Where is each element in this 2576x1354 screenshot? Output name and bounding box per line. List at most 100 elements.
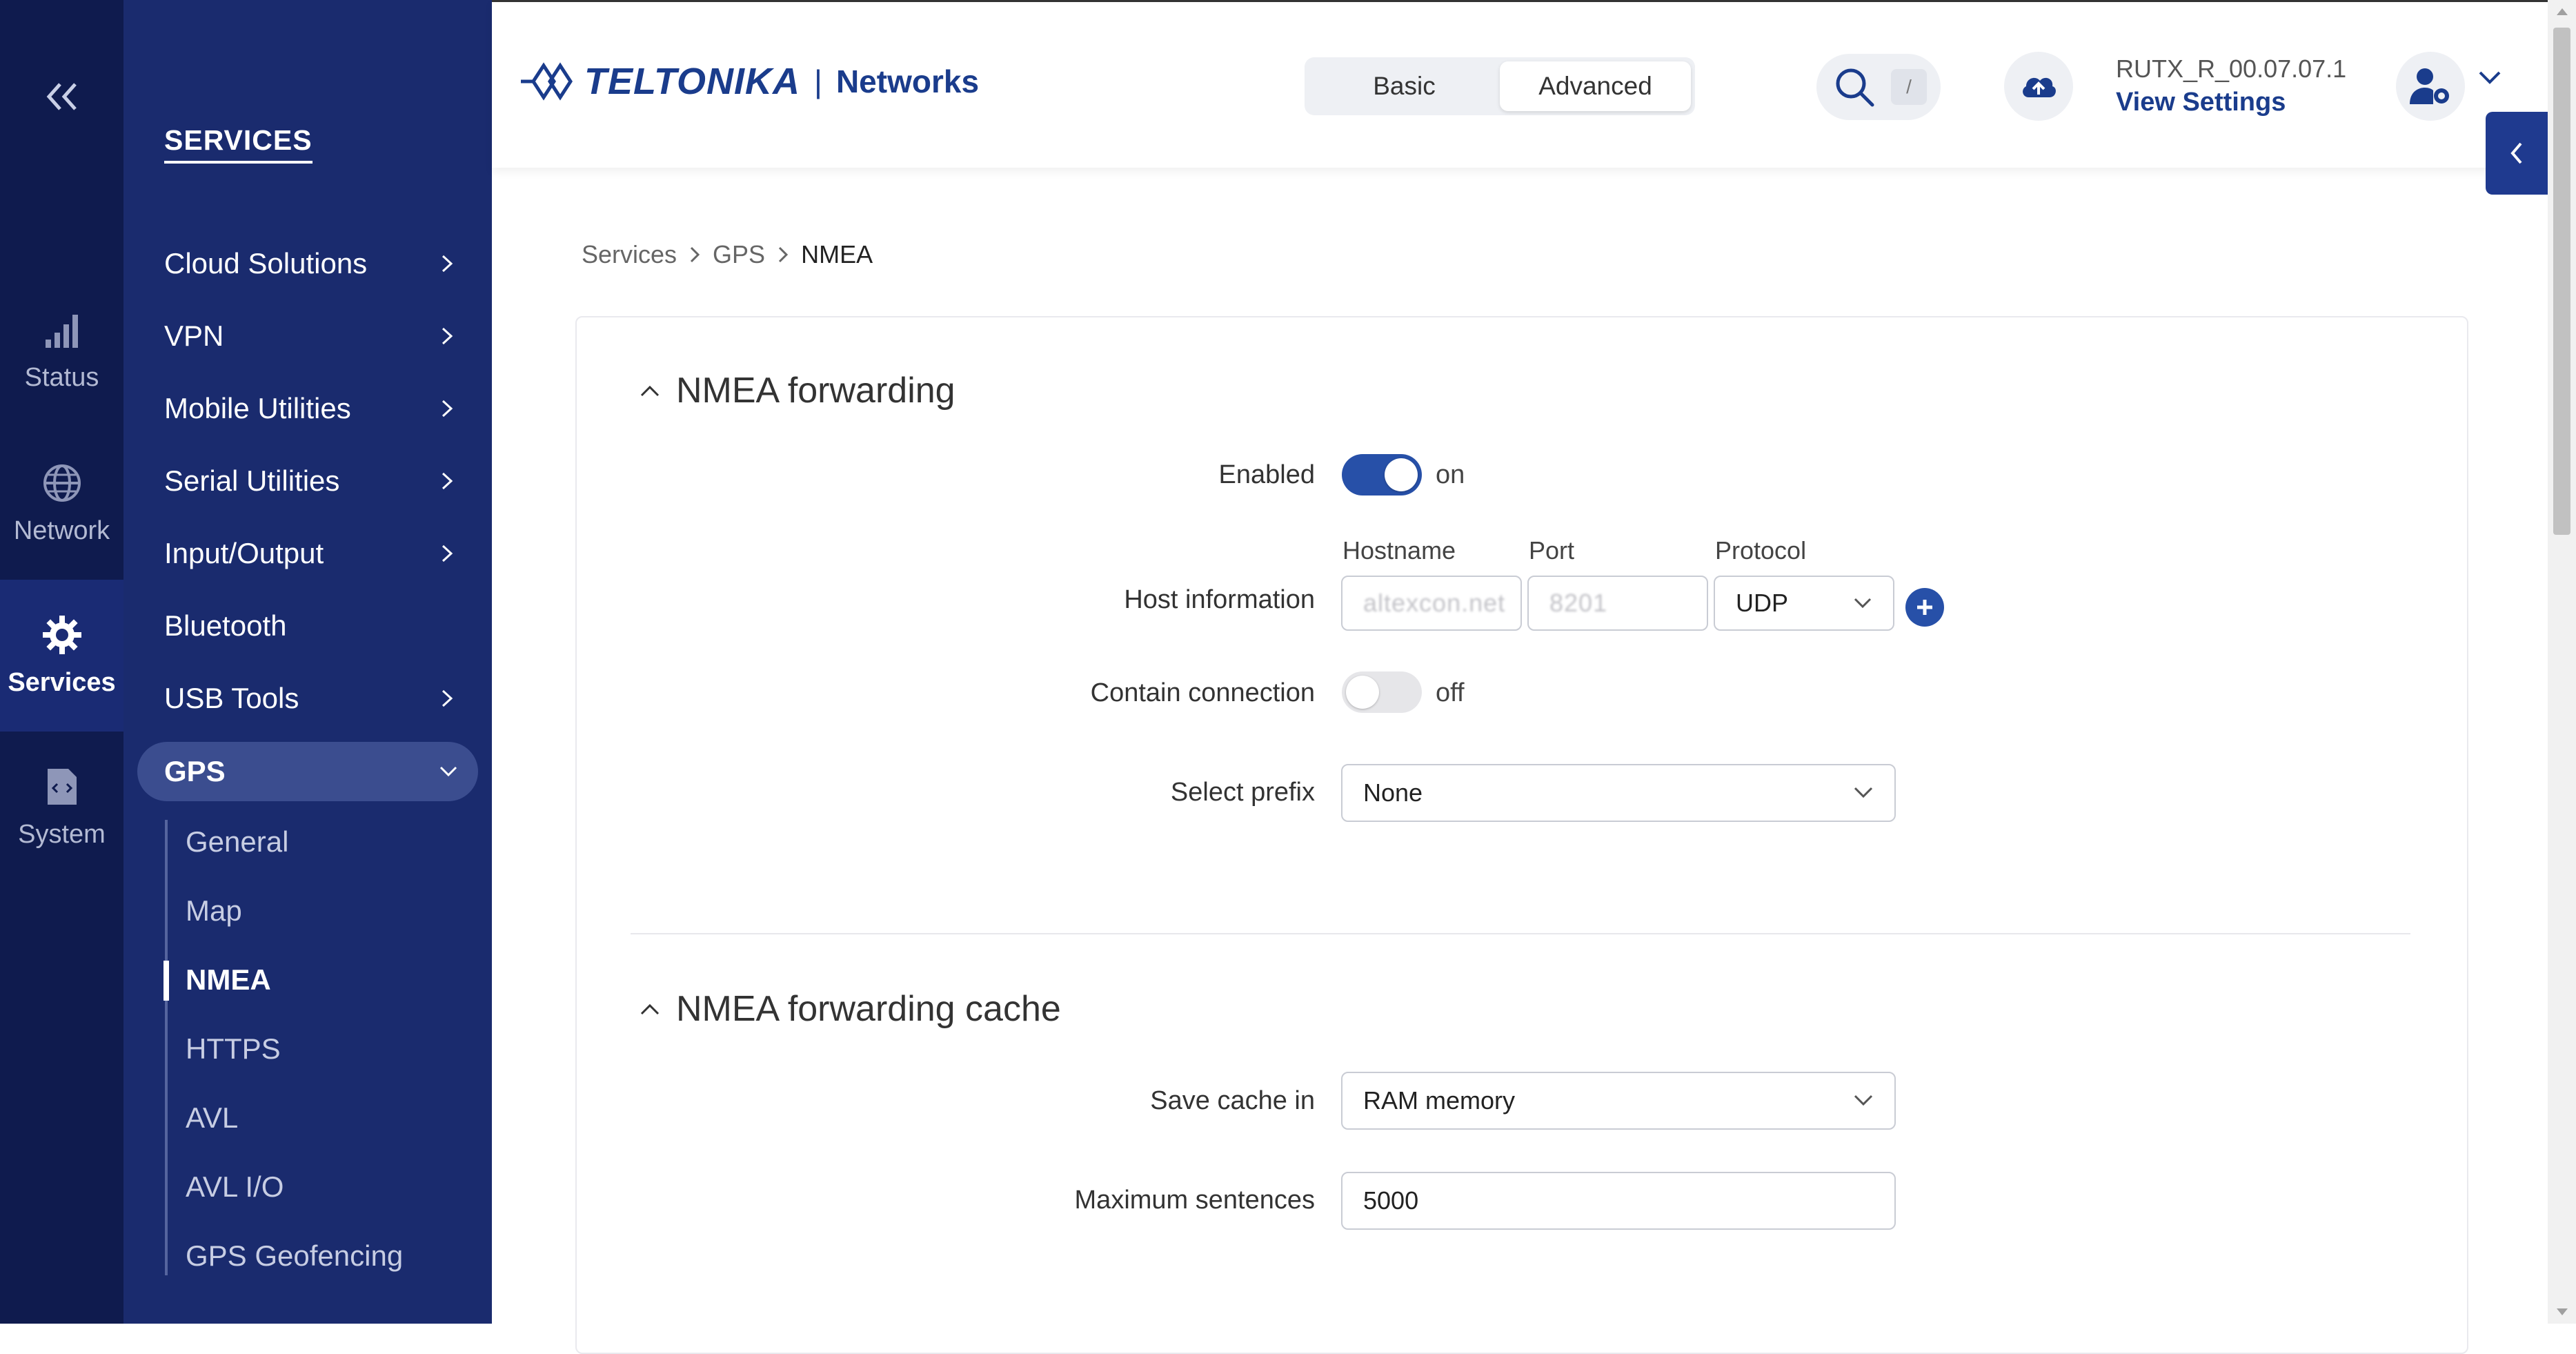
side-panel-toggle[interactable] [2486,112,2548,195]
search-button[interactable]: / [1816,54,1941,120]
section-title: NMEA forwarding cache [676,989,1061,1029]
rail-item-label: Network [13,516,110,545]
rail-item-status[interactable]: Status [0,276,123,428]
chevron-down-icon [439,766,457,777]
save-cache-label: Save cache in [1150,1086,1315,1115]
chevron-right-icon [442,689,453,707]
rail-item-services[interactable]: Services [0,580,123,732]
sidebar-item-bluetooth[interactable]: Bluetooth [164,598,454,654]
hostname-value: altexcon.net [1363,589,1506,617]
toggle-knob [1385,458,1418,491]
chevron-right-icon [442,400,453,418]
cloud-upload-button[interactable] [2004,52,2073,121]
globe-icon [43,464,81,502]
prefix-select[interactable]: None [1341,764,1896,822]
chevron-down-icon [1854,787,1873,798]
submenu-item-https[interactable]: HTTPS [186,1032,281,1066]
teltonika-mark-icon [521,62,573,101]
user-menu-button[interactable] [2396,52,2465,121]
add-host-button[interactable] [1905,588,1944,627]
chevron-down-icon [1854,598,1872,609]
rail-item-label: Status [24,362,99,392]
submenu-item-avl[interactable]: AVL [186,1101,238,1135]
top-header: TELTONIKA | Networks Basic Advanced / RU… [492,0,2548,168]
protocol-column-label: Protocol [1715,536,1807,565]
chevron-left-icon [2510,142,2522,164]
submenu-item-general[interactable]: General [186,825,288,858]
teltonika-logo[interactable]: TELTONIKA | Networks [519,57,979,106]
submenu-item-nmea[interactable]: NMEA [186,963,271,997]
breadcrumb: Services GPS NMEA [582,240,873,269]
chevron-right-icon [442,544,453,562]
services-sidebar: SERVICES Cloud Solutions VPN Mobile Util… [123,0,492,1324]
active-submenu-marker [164,961,169,1001]
sidebar-item-serial-utilities[interactable]: Serial Utilities [164,453,454,509]
firmware-version: RUTX_R_00.07.07.1 [2116,55,2347,83]
select-prefix-label: Select prefix [1170,778,1315,807]
contain-connection-toggle[interactable] [1342,671,1422,713]
chevron-down-icon[interactable] [2477,70,2502,86]
section-nmea-forwarding-toggle[interactable]: NMEA forwarding [639,370,955,411]
protocol-value: UDP [1736,589,1789,617]
page-scrollbar[interactable] [2548,0,2576,1324]
rail-item-network[interactable]: Network [0,428,123,580]
sidebar-item-mobile-utilities[interactable]: Mobile Utilities [164,381,454,436]
breadcrumb-item-nmea: NMEA [801,240,873,268]
sidebar-item-label: Bluetooth [164,609,287,642]
chevron-down-icon [1854,1095,1873,1106]
sidebar-item-label: Serial Utilities [164,464,340,497]
logo-brand-text: TELTONIKA [584,61,800,102]
contain-connection-state-text: off [1436,678,1465,707]
mode-basic-button[interactable]: Basic [1309,61,1500,111]
toggle-knob [1346,676,1379,709]
port-input[interactable]: 8201 [1527,576,1708,631]
sidebar-item-cloud-solutions[interactable]: Cloud Solutions [164,236,454,291]
hostname-input[interactable]: altexcon.net [1341,576,1522,631]
scroll-up-arrow-icon[interactable] [2548,0,2576,23]
scrollbar-thumb[interactable] [2553,28,2570,535]
sidebar-item-input-output[interactable]: Input/Output [164,526,454,581]
sidebar-title: SERVICES [164,124,313,164]
port-column-label: Port [1529,536,1575,565]
chevron-right-icon [442,472,453,490]
protocol-select[interactable]: UDP [1714,576,1894,631]
enabled-state-text: on [1436,460,1465,489]
save-cache-select[interactable]: RAM memory [1341,1072,1896,1130]
prefix-value: None [1363,778,1423,807]
search-shortcut-key: / [1891,69,1927,105]
double-chevron-left-icon [46,83,77,110]
scroll-down-arrow-icon[interactable] [2548,1300,2576,1324]
sidebar-item-label: Input/Output [164,537,324,569]
plus-icon [1917,600,1932,615]
enabled-toggle[interactable] [1342,454,1422,496]
sidebar-item-label: VPN [164,320,224,352]
submenu-item-gps-geofencing[interactable]: GPS Geofencing [186,1239,403,1273]
view-settings-link[interactable]: View Settings [2116,88,2286,117]
sidebar-item-label: GPS [164,755,226,787]
user-settings-icon [2410,68,2449,104]
rail-item-system[interactable]: System [0,732,123,883]
enabled-label: Enabled [1218,460,1315,489]
sidebar-item-vpn[interactable]: VPN [164,308,454,364]
chevron-up-icon [640,385,660,397]
contain-connection-label: Contain connection [1090,678,1315,707]
sidebar-item-usb-tools[interactable]: USB Tools [164,671,454,726]
cloud-upload-icon [2023,77,2056,97]
sidebar-item-label: Cloud Solutions [164,247,368,279]
hostname-column-label: Hostname [1343,536,1456,565]
maximum-sentences-input[interactable]: 5000 [1341,1172,1896,1230]
submenu-item-map[interactable]: Map [186,894,242,928]
sidebar-item-gps[interactable]: GPS [137,742,478,801]
submenu-item-avl-io[interactable]: AVL I/O [186,1170,284,1204]
breadcrumb-item-gps[interactable]: GPS [713,240,765,269]
logo-separator: | [814,63,822,99]
logo-subtitle: Networks [835,63,980,99]
collapse-sidebar-button[interactable] [0,69,123,124]
submenu-guide-line [165,820,168,1275]
mode-advanced-button[interactable]: Advanced [1500,61,1691,111]
search-icon [1836,68,1874,107]
breadcrumb-item-services[interactable]: Services [582,240,677,269]
maximum-sentences-value: 5000 [1363,1186,1419,1215]
section-nmea-forwarding-cache-toggle[interactable]: NMEA forwarding cache [639,988,1061,1030]
section-title: NMEA forwarding [676,371,955,411]
